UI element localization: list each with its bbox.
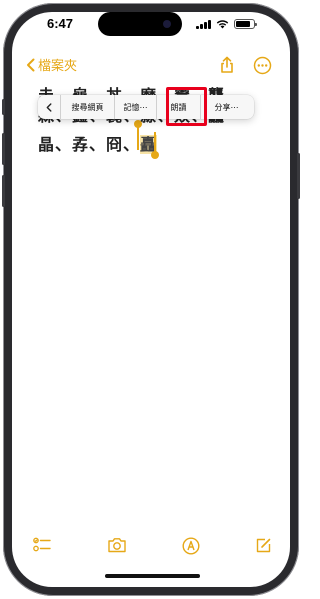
cellular-signal-icon xyxy=(196,19,211,29)
ellipsis-circle-icon[interactable] xyxy=(253,56,272,75)
menu-remember[interactable]: 記憶⋯ xyxy=(114,95,156,119)
home-indicator[interactable] xyxy=(105,574,200,578)
speak-highlight-box xyxy=(166,87,207,126)
menu-share[interactable]: 分享⋯ xyxy=(200,95,252,119)
volume-up-button xyxy=(2,133,5,165)
status-time: 6:47 xyxy=(46,16,74,31)
selection-end-handle[interactable] xyxy=(151,132,159,159)
back-label: 檔案夾 xyxy=(38,58,78,73)
menu-search-web[interactable]: 搜尋網頁 xyxy=(60,95,114,119)
share-icon[interactable] xyxy=(218,56,236,74)
front-camera xyxy=(163,20,171,28)
power-button xyxy=(297,153,300,199)
selection-start-handle[interactable] xyxy=(134,120,142,150)
text-context-menu: 搜尋網頁 記憶⋯ 朗讀 分享⋯ xyxy=(38,95,254,119)
volume-down-button xyxy=(2,175,5,207)
chevron-left-icon xyxy=(46,102,52,112)
battery-icon xyxy=(233,19,257,29)
markup-pen-icon[interactable] xyxy=(182,537,200,555)
note-line-3-text: 晶、孨、冏、 xyxy=(38,135,141,154)
dynamic-island xyxy=(98,12,182,36)
mute-switch xyxy=(2,99,5,115)
battery-level xyxy=(235,21,250,27)
compose-icon[interactable] xyxy=(255,537,272,554)
status-icons xyxy=(196,18,257,30)
note-line-3[interactable]: 晶、孨、冏、矗 xyxy=(38,131,158,155)
camera-icon[interactable] xyxy=(107,537,127,553)
menu-previous-button[interactable] xyxy=(38,95,60,119)
back-to-folders-button[interactable]: 檔案夾 xyxy=(26,55,77,74)
checklist-icon[interactable] xyxy=(33,537,51,553)
wifi-icon xyxy=(216,20,228,29)
chevron-left-icon xyxy=(27,58,35,71)
